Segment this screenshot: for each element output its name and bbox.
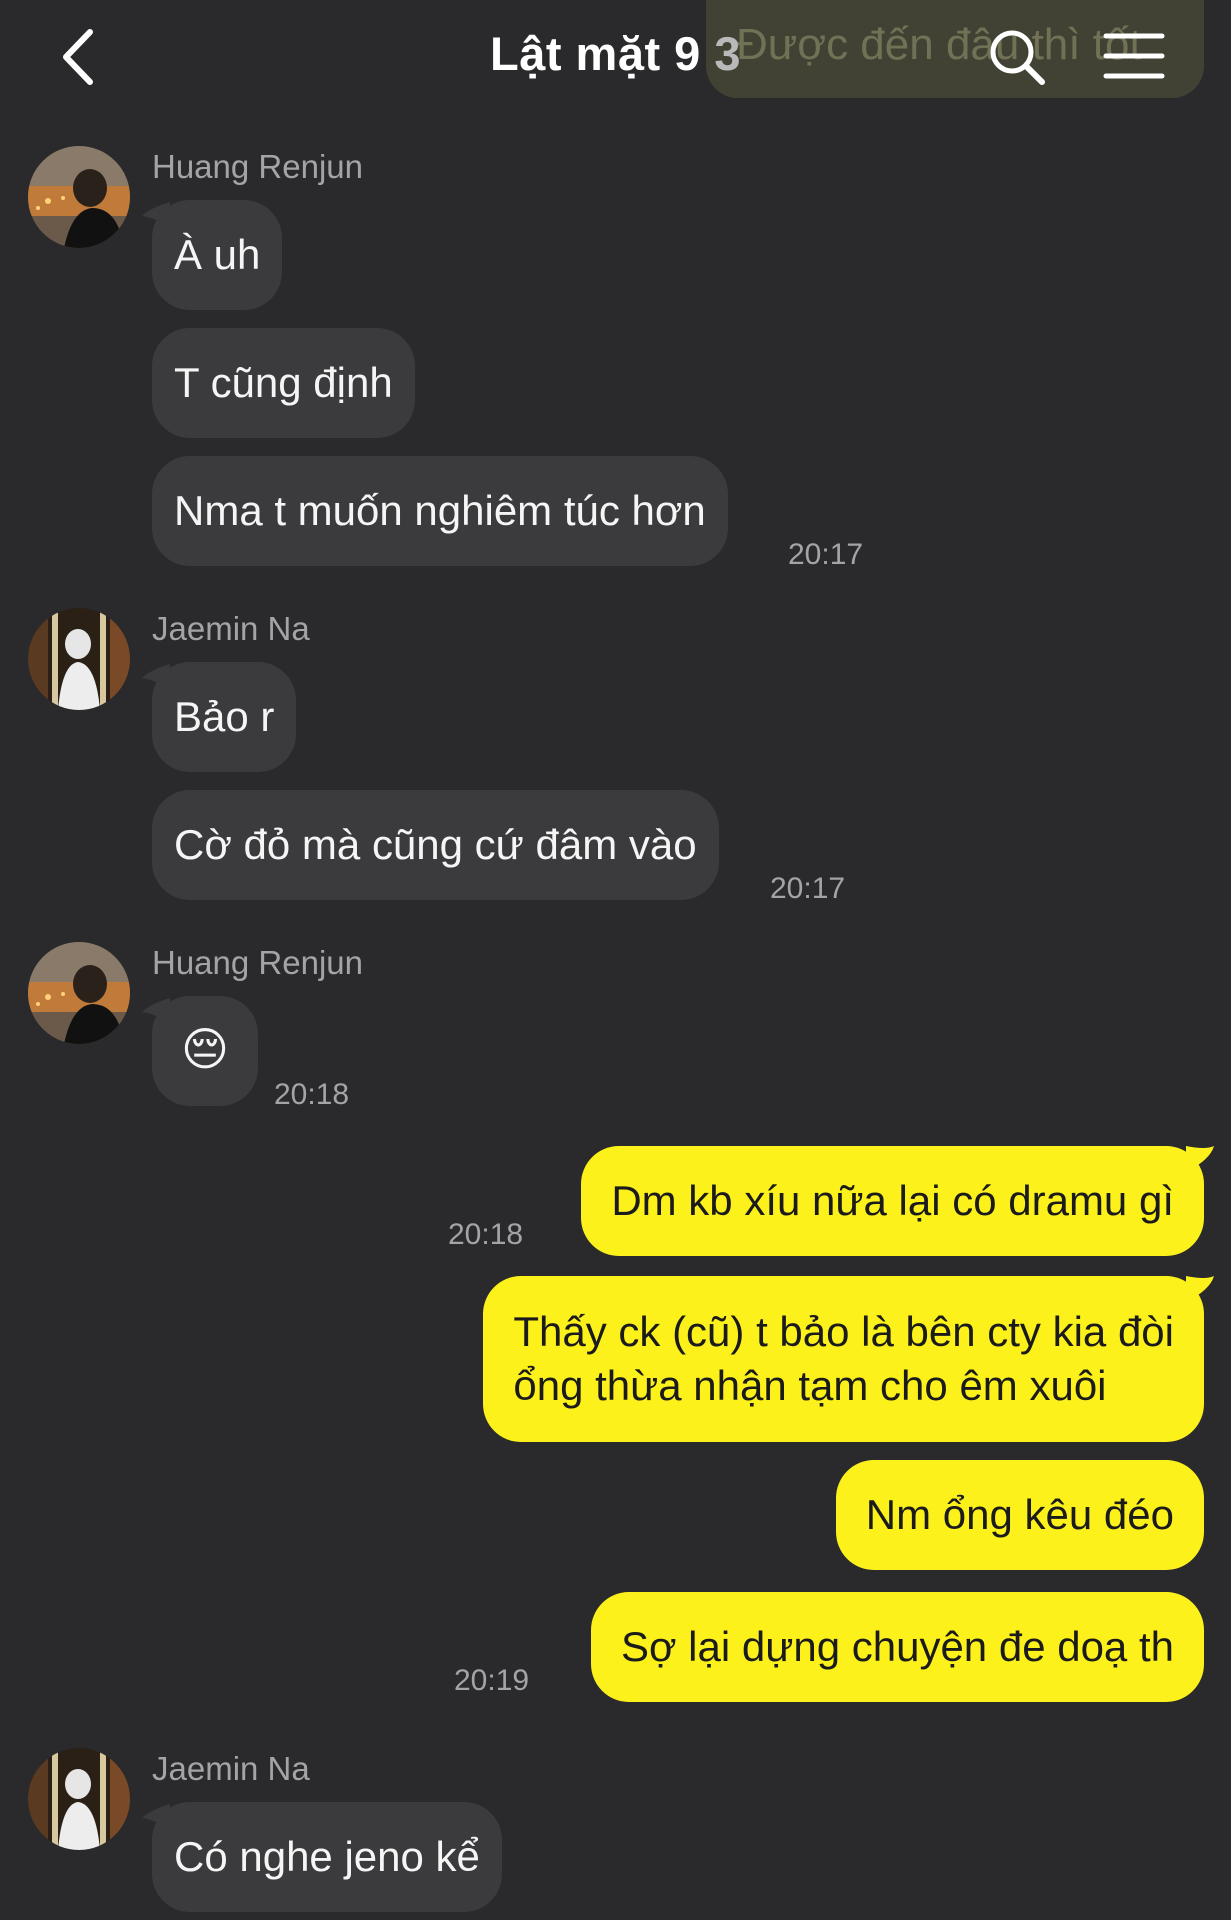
pensive-face-emoji: 😔 [181,1023,229,1075]
message-bubble-outgoing[interactable]: Sợ lại dựng chuyện đe doạ th [590,1592,1204,1702]
message-text: T cũng định [174,359,393,406]
message-text: Có nghe jeno kể [174,1833,480,1880]
message-timestamp: 20:17 [788,538,864,571]
avatar-huang-renjun[interactable] [28,146,130,248]
message-timestamp: 20:18 [274,1078,350,1111]
message-text-line: Thấy ck (cũ) t bảo là bên cty kia đòi [513,1308,1174,1355]
sender-name: Jaemin Na [152,610,310,647]
member-count: 3 [714,27,742,80]
message-bubble-incoming[interactable]: Nma t muốn nghiêm túc hơn [152,456,728,566]
bubble-tail [1186,1146,1214,1172]
message-text: À uh [174,231,261,278]
avatar-photo [28,1748,130,1850]
hamburger-menu-icon[interactable] [1102,28,1166,84]
message-bubble-outgoing[interactable]: Thấy ck (cũ) t bảo là bên cty kia đòi ổn… [483,1276,1204,1442]
message-bubble-incoming[interactable]: Có nghe jeno kể [152,1802,502,1912]
avatar-jaemin-na[interactable] [28,608,130,710]
bubble-tail [1186,1276,1214,1302]
message-bubble-incoming[interactable]: Cờ đỏ mà cũng cứ đâm vào [152,790,719,900]
chat-title[interactable]: Lật mặt 9 3 [0,26,1231,81]
message-timestamp: 20:18 [448,1218,524,1251]
avatar-photo [28,942,130,1044]
message-bubble-outgoing[interactable]: Nm ổng kêu đéo [835,1460,1204,1570]
message-bubble-incoming[interactable]: À uh [152,200,283,310]
message-timestamp: 20:19 [454,1664,530,1697]
avatar-photo [28,146,130,248]
message-text: Nma t muốn nghiêm túc hơn [174,487,706,534]
message-text: Bảo r [174,693,275,740]
sender-name: Huang Renjun [152,148,363,185]
avatar-huang-renjun[interactable] [28,942,130,1044]
message-text: Dm kb xíu nữa lại có dramu gì [611,1177,1174,1224]
message-text: Nm ổng kêu đéo [865,1491,1174,1538]
message-timestamp: 20:17 [770,872,846,905]
message-bubble-outgoing[interactable]: Dm kb xíu nữa lại có dramu gì [581,1146,1204,1256]
message-text-line: ổng thừa nhận tạm cho êm xuôi [513,1362,1107,1409]
chat-title-text: Lật mặt 9 [489,27,701,80]
message-bubble-incoming[interactable]: Bảo r [152,662,297,772]
message-bubble-incoming[interactable]: 😔 [152,996,258,1106]
message-text: Cờ đỏ mà cũng cứ đâm vào [174,821,697,868]
sender-name: Jaemin Na [152,1750,310,1787]
sender-name: Huang Renjun [152,944,363,981]
message-bubble-incoming[interactable]: T cũng định [152,328,415,438]
avatar-jaemin-na[interactable] [28,1748,130,1850]
chat-header: Được đến đâu thì tốt Lật mặt 9 3 [0,0,1231,112]
message-text: Sợ lại dựng chuyện đe doạ th [620,1623,1174,1670]
chat-screen: Được đến đâu thì tốt Lật mặt 9 3 Huang R… [0,0,1231,1920]
search-icon[interactable] [988,28,1046,86]
avatar-photo [28,608,130,710]
